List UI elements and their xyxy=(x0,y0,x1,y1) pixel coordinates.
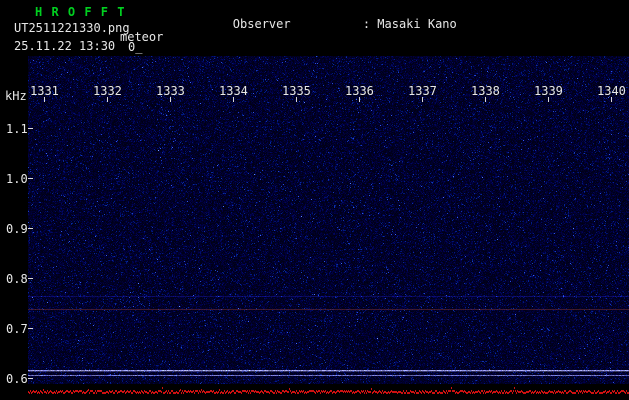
freq-tick-mark xyxy=(28,178,33,179)
signal-level-canvas xyxy=(28,384,629,400)
freq-tick-mark xyxy=(28,128,33,129)
info-label: Observer xyxy=(232,16,291,31)
time-tick-mark xyxy=(296,97,297,102)
hrofft-screen: H R O F F T UT2511221330.png meteor 25.1… xyxy=(0,0,629,400)
time-tick-label: 1336 xyxy=(345,84,374,98)
time-tick-mark xyxy=(422,97,423,102)
time-tick-label: 1337 xyxy=(408,84,437,98)
marker-line xyxy=(28,309,629,310)
time-tick-label: 1331 xyxy=(30,84,59,98)
freq-tick-label: 1.0 xyxy=(6,172,28,186)
freq-tick-mark xyxy=(28,228,33,229)
time-tick-mark xyxy=(107,97,108,102)
time-tick-mark xyxy=(611,97,612,102)
time-tick-label: 1340 xyxy=(597,84,626,98)
time-tick-mark xyxy=(485,97,486,102)
freq-tick-label: 1.1 xyxy=(6,122,28,136)
time-tick-label: 1333 xyxy=(156,84,185,98)
freq-unit-label: kHz xyxy=(5,89,27,103)
app-title: H R O F F T xyxy=(35,5,126,19)
time-tick-label: 1339 xyxy=(534,84,563,98)
freq-tick-label: 0.6 xyxy=(6,372,28,386)
output-filename: UT2511221330.png xyxy=(14,21,130,35)
freq-tick-mark xyxy=(28,378,33,379)
time-tick-label: 1334 xyxy=(219,84,248,98)
time-tick-label: 1338 xyxy=(471,84,500,98)
time-tick-mark xyxy=(44,97,45,102)
echo-counter: 0_ xyxy=(128,40,143,54)
freq-tick-label: 0.8 xyxy=(6,272,28,286)
time-tick-mark xyxy=(233,97,234,102)
time-tick-label: 1332 xyxy=(93,84,122,98)
info-row: Observer: Masaki Kano xyxy=(175,5,601,43)
info-value: Masaki Kano xyxy=(377,16,457,31)
time-tick-mark xyxy=(170,97,171,102)
datetime-label: 25.11.22 13:30 xyxy=(14,39,116,53)
freq-tick-mark xyxy=(28,278,33,279)
spectrogram-canvas xyxy=(28,56,629,384)
freq-tick-mark xyxy=(28,328,33,329)
time-tick-mark xyxy=(359,97,360,102)
freq-tick-label: 0.9 xyxy=(6,222,28,236)
freq-tick-label: 0.7 xyxy=(6,322,28,336)
time-tick-label: 1335 xyxy=(282,84,311,98)
info-separator: : xyxy=(362,16,378,31)
time-tick-mark xyxy=(548,97,549,102)
